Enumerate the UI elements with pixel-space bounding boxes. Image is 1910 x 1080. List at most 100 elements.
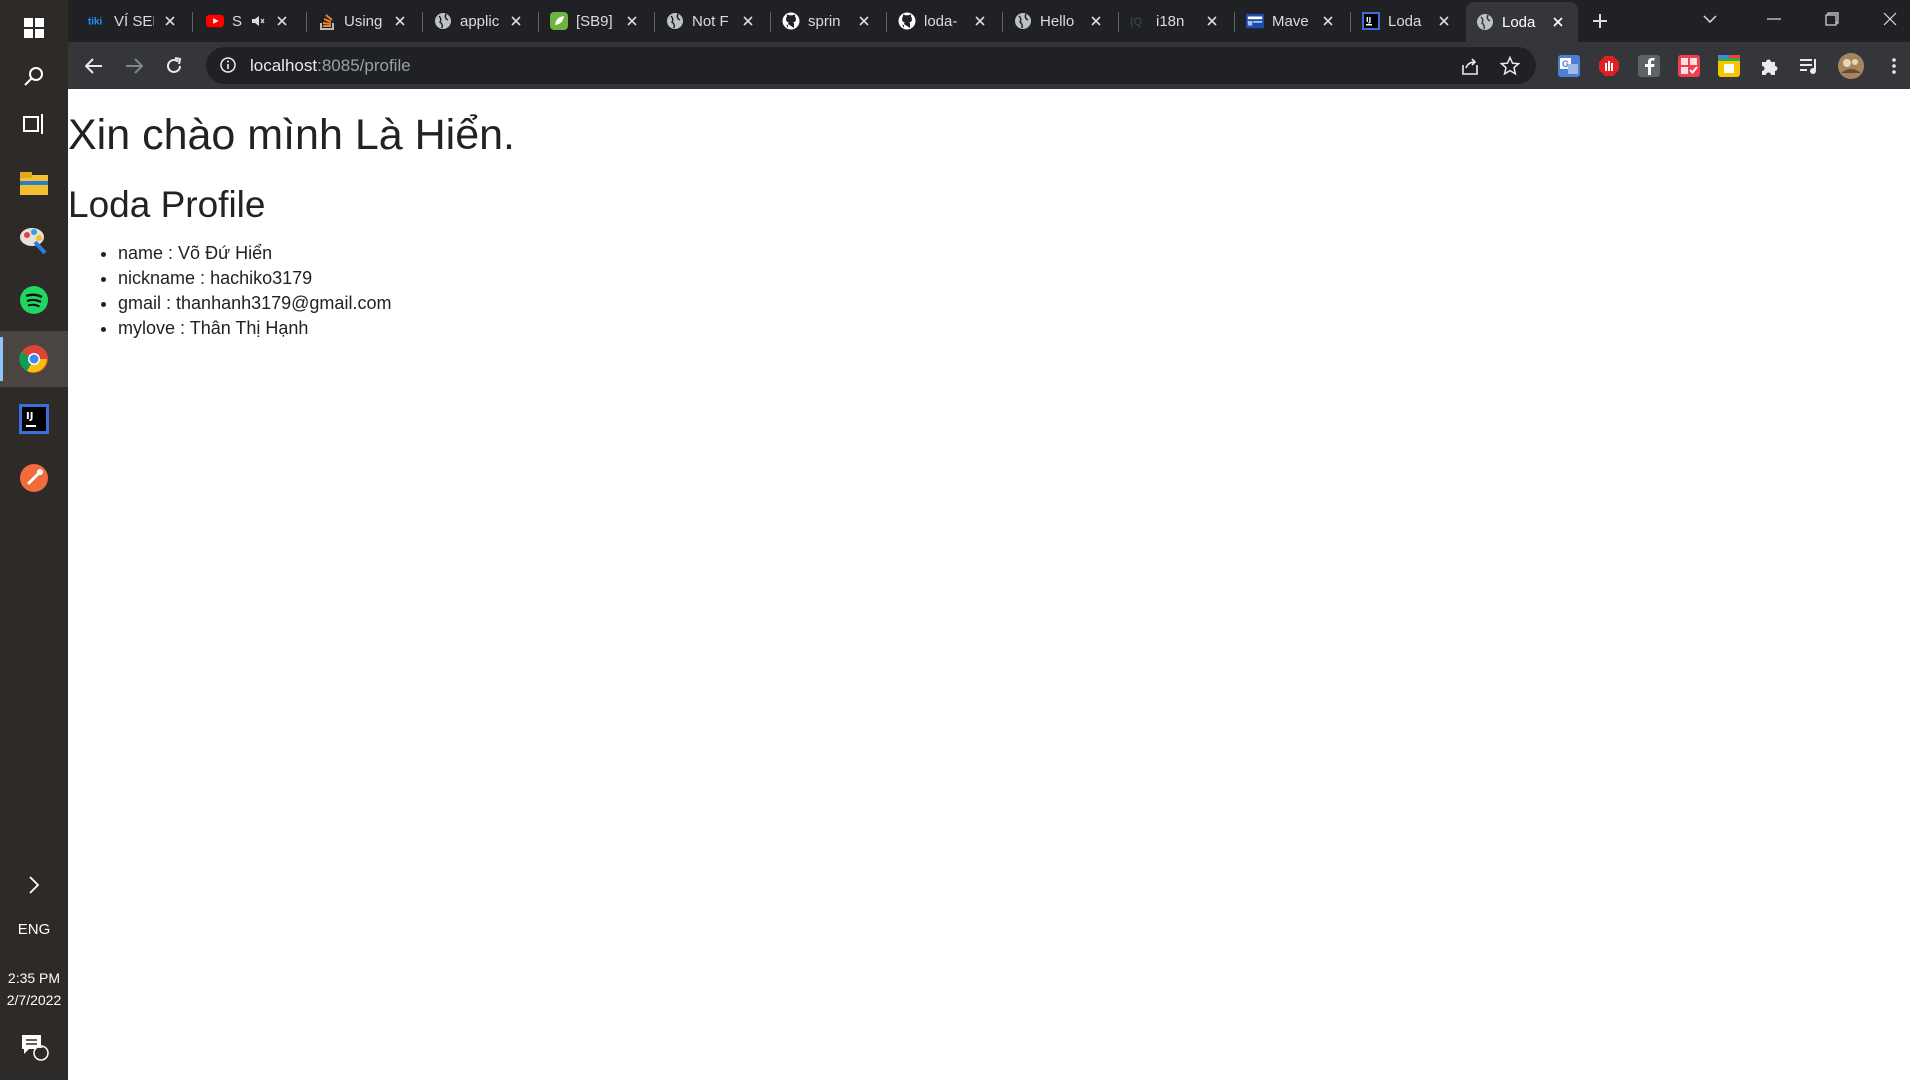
tab-youtube[interactable]: S [196,5,304,37]
bookmark-star-icon[interactable] [1499,55,1521,81]
stackoverflow-icon [318,12,336,30]
extensions-puzzle-icon[interactable] [1758,55,1780,77]
tab-separator [538,12,539,32]
keep-extension-icon[interactable] [1718,55,1740,77]
tab-application[interactable]: applic [424,5,536,37]
tab-search-chevron-icon[interactable] [1694,3,1726,35]
spring-icon [550,12,568,30]
minimize-window-button[interactable] [1752,3,1796,35]
field-label: gmail [118,293,162,313]
tab-loda-intellij[interactable]: IJ Loda [1352,5,1464,37]
tab-separator [192,12,193,32]
paint-app-icon[interactable] [0,212,68,268]
close-tab-icon[interactable] [972,13,988,29]
tab-title: Not F [692,12,729,30]
tab-not-found[interactable]: Not F [656,5,768,37]
google-translate-icon[interactable]: G [1558,55,1580,77]
notification-count-badge: 1 [37,1039,44,1051]
close-window-button[interactable] [1868,3,1910,35]
close-tab-icon[interactable] [1088,13,1104,29]
close-tab-icon[interactable] [162,13,178,29]
list-item: mylove : Thân Thị Hạnh [118,316,391,341]
share-icon[interactable] [1460,56,1480,81]
close-tab-icon[interactable] [392,13,408,29]
close-tab-icon[interactable] [1436,13,1452,29]
tiki-icon: tiki [88,12,106,30]
chevron-up-icon[interactable] [0,865,68,905]
maven-icon [1246,12,1264,30]
svg-text:IJ: IJ [1366,16,1371,24]
tab-i18n[interactable]: {Q i18n [1120,5,1232,37]
close-tab-icon[interactable] [856,13,872,29]
tab-using[interactable]: Using [308,5,420,37]
postman-icon[interactable] [0,450,68,506]
back-arrow-icon[interactable] [78,50,110,82]
chrome-icon[interactable] [0,331,68,387]
close-tab-icon[interactable] [274,13,290,29]
url-path: :8085/profile [317,55,411,75]
tab-separator [654,12,655,32]
address-bar[interactable]: localhost :8085/profile [206,47,1536,84]
speaker-icon[interactable] [250,13,266,29]
profile-avatar[interactable] [1838,53,1864,79]
reload-icon[interactable] [158,50,190,82]
close-tab-icon[interactable] [1204,13,1220,29]
tab-hello[interactable]: Hello [1004,5,1116,37]
field-value: Võ Đứ Hiển [178,243,273,263]
tab-separator [1234,12,1235,32]
site-info-icon[interactable] [220,56,238,75]
notification-center-icon[interactable]: 1 [0,1022,68,1070]
tab-title: Loda [1388,12,1422,30]
field-value: Thân Thị Hạnh [189,318,309,338]
profile-heading: Loda Profile [68,184,266,225]
tab-title: loda- [924,12,958,30]
close-tab-icon[interactable] [1320,13,1336,29]
field-label: name [118,243,164,263]
tab-spring-github[interactable]: sprin [772,5,884,37]
tab-title: sprin [808,12,841,30]
todo-extension-icon[interactable] [1678,55,1700,77]
github-icon [782,12,800,30]
globe-icon [1476,13,1494,31]
tab-vi-sen[interactable]: tiki VÍ SEN [78,5,188,37]
profile-list: name : Võ Đứ Hiển nickname : hachiko3179… [118,241,391,341]
tab-maven[interactable]: Mave [1236,5,1348,37]
close-tab-icon[interactable] [624,13,640,29]
media-control-icon[interactable] [1798,55,1820,77]
browser-tab-strip: tiki VÍ SEN S Using applic [SB9] Not F [68,0,1910,42]
new-tab-button[interactable] [1584,5,1616,37]
github-icon [898,12,916,30]
svg-text:{Q: {Q [1130,16,1143,28]
file-explorer-icon[interactable] [0,156,68,212]
tab-title: VÍ SEN [114,12,154,30]
adblock-icon[interactable] [1598,55,1620,77]
svg-text:IJ: IJ [26,411,33,422]
tab-loda-github[interactable]: loda- [888,5,1000,37]
url-host: localhost [250,55,318,75]
list-item: name : Võ Đứ Hiển [118,241,391,266]
windows-taskbar: IJ ENG 2:35 PM 2/7/2022 1 [0,0,68,1080]
globe-icon [434,12,452,30]
language-indicator[interactable]: ENG [0,921,68,938]
intellij-icon[interactable]: IJ [0,391,68,447]
facebook-extension-icon[interactable] [1638,55,1660,77]
close-tab-icon[interactable] [508,13,524,29]
svg-text:tiki: tiki [88,17,103,27]
tab-sb9[interactable]: [SB9] [540,5,652,37]
tab-title: S [232,12,243,30]
svg-text:G: G [1562,59,1569,69]
task-view-icon[interactable] [0,96,68,152]
close-tab-icon[interactable] [740,13,756,29]
forward-arrow-icon[interactable] [118,50,150,82]
close-tab-icon[interactable] [1550,14,1566,30]
i18n-icon: {Q [1130,12,1148,30]
field-label: nickname [118,268,196,288]
tab-title: Hello [1040,12,1075,30]
tab-loda-active[interactable]: Loda [1466,2,1578,42]
tab-title: Loda [1502,13,1536,31]
clock-time[interactable]: 2:35 PM [0,970,68,986]
chrome-menu-icon[interactable] [1878,50,1910,82]
clock-date[interactable]: 2/7/2022 [0,992,68,1008]
restore-window-button[interactable] [1810,3,1854,35]
spotify-icon[interactable] [0,272,68,328]
